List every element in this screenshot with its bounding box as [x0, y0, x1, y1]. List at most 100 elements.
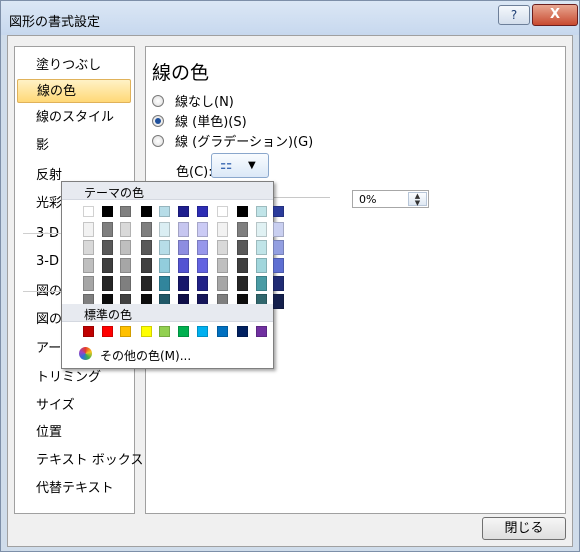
theme-color-swatch[interactable]	[273, 206, 284, 217]
theme-shade-swatch[interactable]	[102, 258, 113, 273]
theme-shade-swatch[interactable]	[256, 276, 267, 291]
theme-shade-swatch[interactable]	[178, 222, 189, 237]
radio-gradient-line[interactable]	[152, 135, 164, 147]
theme-colors-title: テーマの色	[84, 186, 145, 200]
spinner-buttons[interactable]: ▲ ▼	[408, 192, 427, 207]
dialog-title: 図形の書式設定	[9, 15, 101, 30]
standard-color-swatch[interactable]	[159, 326, 170, 337]
theme-shade-swatch[interactable]	[159, 276, 170, 291]
theme-shade-swatch[interactable]	[83, 258, 94, 273]
theme-shade-swatch[interactable]	[256, 222, 267, 237]
sidebar-item[interactable]: 線の色	[17, 79, 131, 103]
color-dropdown-button[interactable]: ⚏ ▼	[211, 153, 269, 178]
standard-colors-title: 標準の色	[84, 308, 133, 322]
theme-shade-swatch[interactable]	[217, 222, 228, 237]
theme-shade-swatch[interactable]	[273, 258, 284, 273]
theme-shade-swatch[interactable]	[83, 240, 94, 255]
transparency-slider-track[interactable]	[274, 197, 330, 198]
theme-shade-swatch[interactable]	[237, 258, 248, 273]
radio-solid-line[interactable]	[152, 115, 164, 127]
sidebar-item[interactable]: 代替テキスト	[17, 477, 131, 501]
theme-shade-swatch[interactable]	[120, 222, 131, 237]
theme-shade-swatch[interactable]	[197, 258, 208, 273]
sidebar-item[interactable]: 影	[17, 134, 131, 158]
theme-shade-swatch[interactable]	[120, 240, 131, 255]
theme-color-swatch[interactable]	[120, 206, 131, 217]
close-button[interactable]: 閉じる	[482, 517, 566, 540]
theme-shade-swatch[interactable]	[273, 276, 284, 291]
theme-shade-swatch[interactable]	[159, 258, 170, 273]
theme-color-swatch[interactable]	[197, 206, 208, 217]
sidebar-item[interactable]: トリミング	[17, 366, 131, 390]
close-window-button[interactable]: X	[532, 4, 578, 26]
theme-color-swatch[interactable]	[237, 206, 248, 217]
theme-shade-swatch[interactable]	[217, 240, 228, 255]
sidebar-item[interactable]: サイズ	[17, 394, 131, 418]
standard-color-swatch[interactable]	[217, 326, 228, 337]
theme-shade-swatch[interactable]	[102, 222, 113, 237]
standard-color-swatch[interactable]	[178, 326, 189, 337]
theme-shade-swatch[interactable]	[237, 222, 248, 237]
theme-color-swatch[interactable]	[178, 206, 189, 217]
theme-shade-swatch[interactable]	[273, 294, 284, 309]
theme-shade-swatch[interactable]	[102, 240, 113, 255]
theme-color-swatch[interactable]	[159, 206, 170, 217]
theme-color-swatch[interactable]	[141, 206, 152, 217]
theme-shade-swatch[interactable]	[141, 276, 152, 291]
more-colors-item[interactable]: その他の色(M)...	[66, 345, 271, 364]
theme-shade-swatch[interactable]	[273, 222, 284, 237]
theme-shade-swatch[interactable]	[197, 222, 208, 237]
sidebar-item[interactable]: 位置	[17, 421, 131, 445]
theme-shade-swatch[interactable]	[141, 240, 152, 255]
theme-shade-swatch[interactable]	[120, 258, 131, 273]
paint-bucket-icon: ⚏	[220, 157, 233, 173]
radio-gradient-line-label[interactable]: 線 (グラデーション)(G)	[175, 131, 313, 150]
standard-color-swatch[interactable]	[256, 326, 267, 337]
theme-shade-swatch[interactable]	[256, 258, 267, 273]
theme-color-swatch[interactable]	[256, 206, 267, 217]
transparency-value: 0%	[359, 193, 377, 206]
theme-shade-swatch[interactable]	[159, 240, 170, 255]
radio-no-line[interactable]	[152, 95, 164, 107]
theme-shade-swatch[interactable]	[273, 240, 284, 255]
radio-no-line-label[interactable]: 線なし(N)	[175, 91, 234, 110]
standard-color-swatch[interactable]	[83, 326, 94, 337]
theme-color-swatch[interactable]	[217, 206, 228, 217]
standard-color-swatch[interactable]	[197, 326, 208, 337]
standard-color-swatch[interactable]	[120, 326, 131, 337]
theme-shade-swatch[interactable]	[159, 222, 170, 237]
sidebar-item[interactable]: テキスト ボックス	[17, 449, 143, 473]
theme-shade-swatch[interactable]	[178, 276, 189, 291]
theme-shade-swatch[interactable]	[102, 276, 113, 291]
theme-color-swatch[interactable]	[102, 206, 113, 217]
color-wheel-icon	[79, 347, 92, 360]
theme-shade-swatch[interactable]	[83, 276, 94, 291]
theme-shade-swatch[interactable]	[178, 240, 189, 255]
standard-colors-header: 標準の色	[62, 304, 273, 322]
theme-shade-swatch[interactable]	[197, 240, 208, 255]
theme-shade-swatch[interactable]	[217, 276, 228, 291]
standard-color-swatch[interactable]	[102, 326, 113, 337]
standard-color-swatch[interactable]	[141, 326, 152, 337]
theme-shade-swatch[interactable]	[237, 240, 248, 255]
theme-shade-swatch[interactable]	[83, 222, 94, 237]
theme-shade-swatch[interactable]	[217, 258, 228, 273]
theme-shade-swatch[interactable]	[120, 276, 131, 291]
title-bar: 図形の書式設定 ? X	[1, 1, 579, 35]
theme-color-swatch[interactable]	[83, 206, 94, 217]
theme-shade-swatch[interactable]	[178, 258, 189, 273]
radio-solid-line-label[interactable]: 線 (単色)(S)	[175, 111, 247, 130]
help-button[interactable]: ?	[498, 5, 530, 25]
transparency-spinner[interactable]: 0% ▲ ▼	[352, 190, 429, 208]
color-palette-popup: テーマの色 標準の色 その他の色(M)...	[61, 181, 284, 369]
standard-color-swatch[interactable]	[237, 326, 248, 337]
theme-shade-swatch[interactable]	[237, 276, 248, 291]
theme-shade-swatch[interactable]	[141, 222, 152, 237]
panel-heading: 線の色	[152, 62, 210, 84]
theme-shade-swatch[interactable]	[141, 258, 152, 273]
theme-shade-swatch[interactable]	[256, 240, 267, 255]
sidebar-item[interactable]: 線のスタイル	[17, 106, 131, 130]
theme-shade-swatch[interactable]	[197, 276, 208, 291]
sidebar-item[interactable]: 塗りつぶし	[17, 54, 131, 78]
color-label: 色(C):	[176, 165, 213, 180]
